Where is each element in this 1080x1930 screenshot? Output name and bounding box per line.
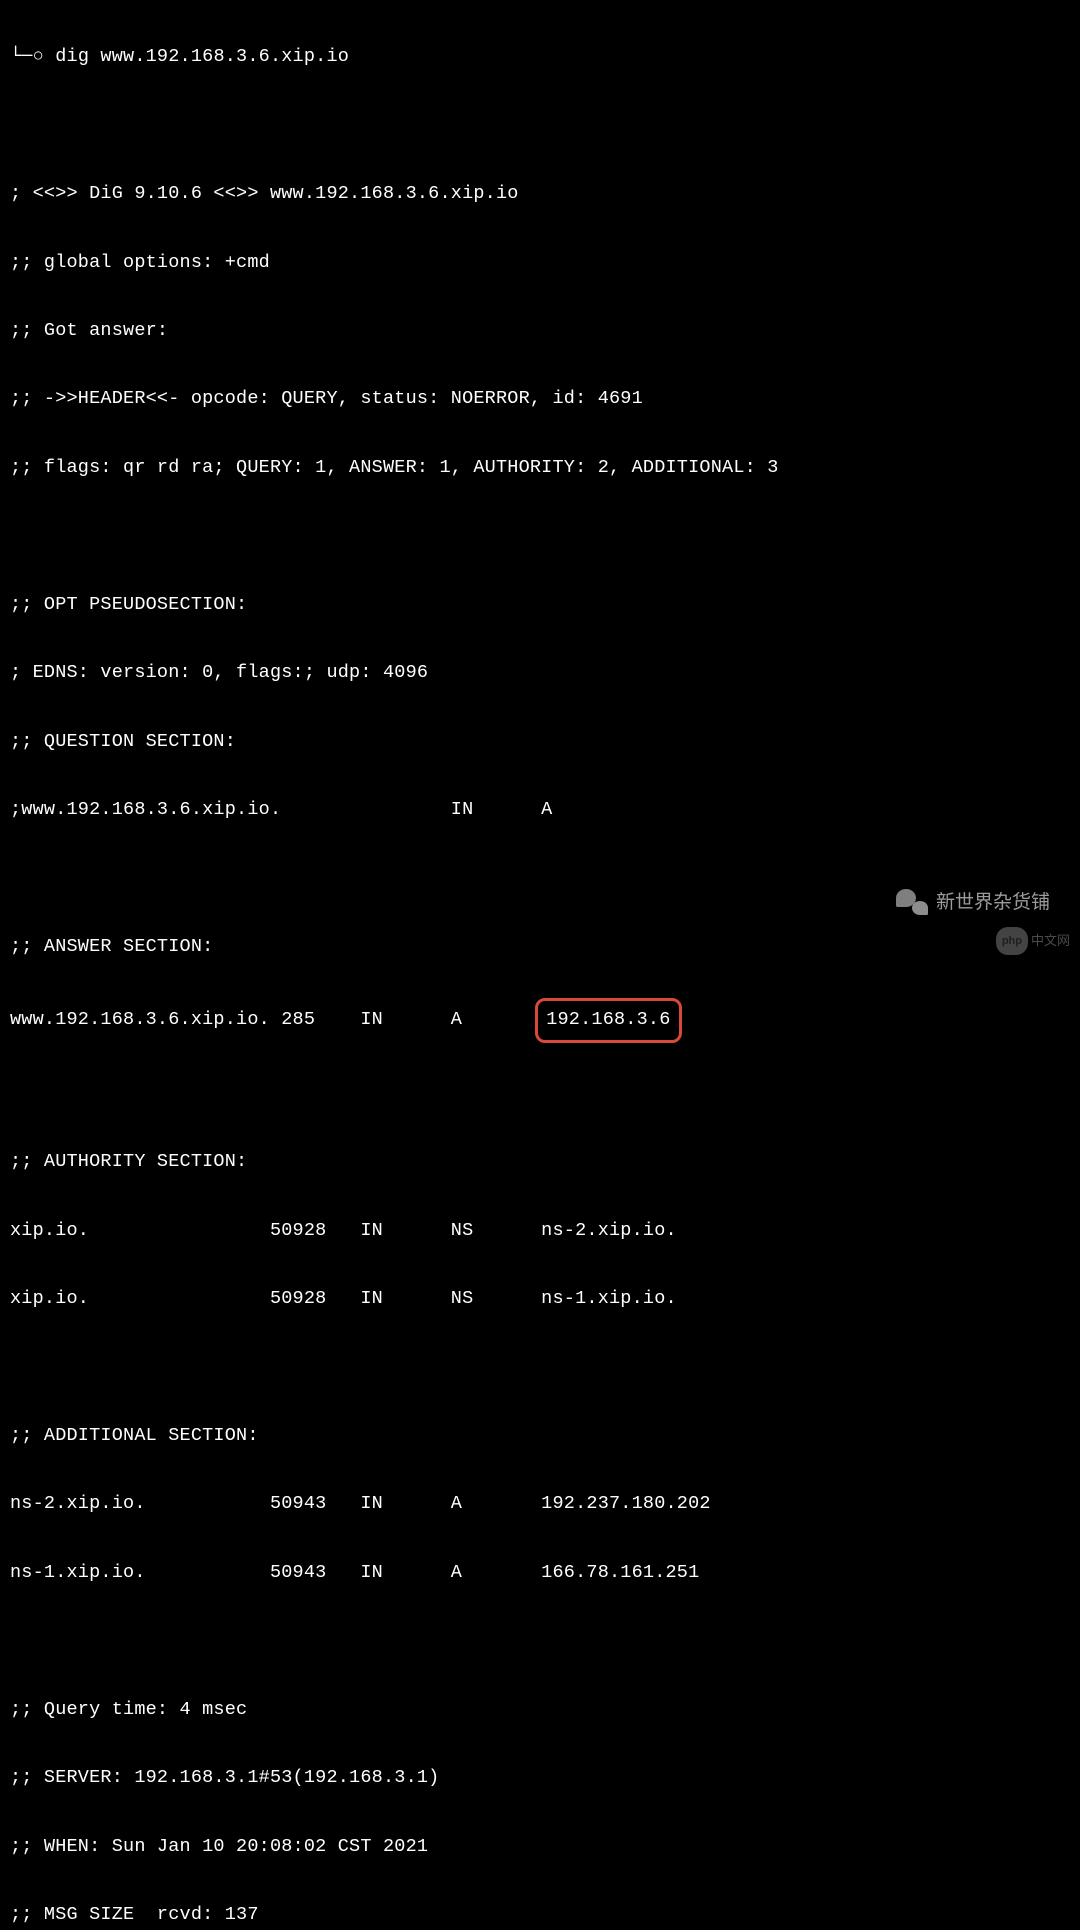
authority-record: xip.io. 50928 IN NS ns-2.xip.io. bbox=[10, 1214, 1070, 1248]
question-section-title: ;; QUESTION SECTION: bbox=[10, 725, 1070, 759]
php-logo-icon: php bbox=[996, 927, 1028, 955]
server-line: ;; SERVER: 192.168.3.1#53(192.168.3.1) bbox=[10, 1761, 1070, 1795]
when-line: ;; WHEN: Sun Jan 10 20:08:02 CST 2021 bbox=[10, 1830, 1070, 1864]
authority-record: xip.io. 50928 IN NS ns-1.xip.io. bbox=[10, 1282, 1070, 1316]
msg-size-line: ;; MSG SIZE rcvd: 137 bbox=[10, 1898, 1070, 1930]
watermark-text: 新世界杂货铺 bbox=[936, 885, 1050, 920]
answer-record: www.192.168.3.6.xip.io. 285 IN A 192.168… bbox=[10, 998, 1070, 1042]
answer-section-title: ;; ANSWER SECTION: bbox=[10, 930, 1070, 964]
question-record: ;www.192.168.3.6.xip.io. IN A bbox=[10, 793, 1070, 827]
php-watermark: php 中文网 bbox=[996, 923, 1070, 957]
additional-section-title: ;; ADDITIONAL SECTION: bbox=[10, 1419, 1070, 1453]
highlighted-ip: 192.168.3.6 bbox=[535, 998, 681, 1042]
flags-line: ;; flags: qr rd ra; QUERY: 1, ANSWER: 1,… bbox=[10, 451, 1070, 485]
wechat-icon bbox=[896, 889, 928, 915]
command-prompt-line[interactable]: └─○ dig www.192.168.3.6.xip.io bbox=[10, 40, 1070, 74]
query-time-line: ;; Query time: 4 msec bbox=[10, 1693, 1070, 1727]
additional-record: ns-1.xip.io. 50943 IN A 166.78.161.251 bbox=[10, 1556, 1070, 1590]
command-text: dig www.192.168.3.6.xip.io bbox=[55, 46, 349, 67]
opt-section-title: ;; OPT PSEUDOSECTION: bbox=[10, 588, 1070, 622]
dig-version-line: ; <<>> DiG 9.10.6 <<>> www.192.168.3.6.x… bbox=[10, 177, 1070, 211]
wechat-watermark: 新世界杂货铺 bbox=[896, 885, 1050, 920]
additional-record: ns-2.xip.io. 50943 IN A 192.237.180.202 bbox=[10, 1487, 1070, 1521]
got-answer-line: ;; Got answer: bbox=[10, 314, 1070, 348]
header-info-line: ;; ->>HEADER<<- opcode: QUERY, status: N… bbox=[10, 382, 1070, 416]
global-options-line: ;; global options: +cmd bbox=[10, 246, 1070, 280]
php-watermark-text: 中文网 bbox=[1031, 929, 1070, 953]
edns-line: ; EDNS: version: 0, flags:; udp: 4096 bbox=[10, 656, 1070, 690]
terminal-output: └─○ dig www.192.168.3.6.xip.io ; <<>> Di… bbox=[10, 6, 1070, 1930]
prompt-symbol: └─○ bbox=[10, 46, 44, 67]
authority-section-title: ;; AUTHORITY SECTION: bbox=[10, 1145, 1070, 1179]
